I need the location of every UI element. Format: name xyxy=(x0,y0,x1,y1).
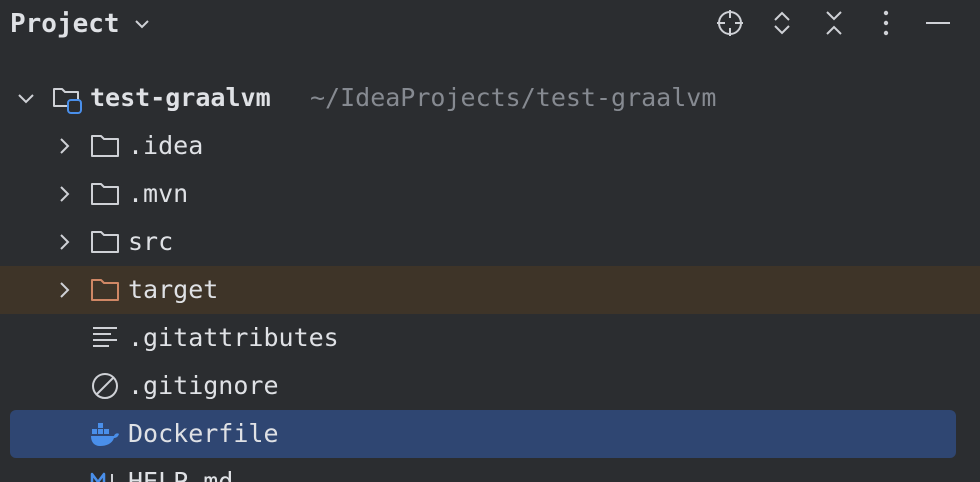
tree-item-label: .gitattributes xyxy=(128,323,339,352)
tree-item-target[interactable]: target xyxy=(0,266,980,314)
tree-item-label: .gitignore xyxy=(128,371,279,400)
expand-all-button[interactable] xyxy=(765,8,799,42)
locate-button[interactable] xyxy=(713,8,747,42)
tree-item-label: Dockerfile xyxy=(128,419,279,448)
chevron-down-icon[interactable] xyxy=(132,14,152,34)
tree-root-label: test-graalvm xyxy=(90,83,271,112)
chevron-right-icon[interactable] xyxy=(54,136,74,156)
project-tree: test-graalvm ~/IdeaProjects/test-graalvm… xyxy=(0,74,980,482)
tree-item-mvn[interactable]: .mvn xyxy=(0,170,980,218)
collapse-all-button[interactable] xyxy=(817,8,851,42)
expand-icon xyxy=(767,8,797,42)
folder-icon xyxy=(90,132,120,160)
ignore-file-icon xyxy=(90,372,120,400)
tree-item-idea[interactable]: .idea xyxy=(0,122,980,170)
tree-item-label: HELP.md xyxy=(128,467,234,482)
tree-item-src[interactable]: src xyxy=(0,218,980,266)
chevron-right-icon[interactable] xyxy=(54,280,74,300)
text-file-icon xyxy=(90,324,120,352)
minimize-icon xyxy=(923,8,953,42)
options-button[interactable] xyxy=(869,8,903,42)
tree-item-help-md[interactable]: HELP.md xyxy=(0,458,980,482)
folder-icon xyxy=(90,180,120,208)
chevron-down-icon[interactable] xyxy=(16,88,36,108)
project-folder-icon xyxy=(52,84,82,114)
hide-button[interactable] xyxy=(921,8,955,42)
tree-item-label: target xyxy=(128,275,219,304)
tree-item-label: src xyxy=(128,227,174,256)
tree-item-gitattributes[interactable]: .gitattributes xyxy=(0,314,980,362)
more-vertical-icon xyxy=(871,8,901,42)
project-tool-window-header: Project xyxy=(0,0,980,50)
markdown-icon xyxy=(90,468,120,482)
panel-title[interactable]: Project xyxy=(10,6,120,42)
chevron-right-icon[interactable] xyxy=(54,232,74,252)
tree-root-path: ~/IdeaProjects/test-graalvm xyxy=(310,83,717,112)
tree-item-gitignore[interactable]: .gitignore xyxy=(0,362,980,410)
excluded-folder-icon xyxy=(90,276,120,304)
folder-icon xyxy=(90,228,120,256)
chevron-right-icon[interactable] xyxy=(54,184,74,204)
tree-item-dockerfile[interactable]: Dockerfile xyxy=(10,410,956,458)
docker-icon xyxy=(90,420,120,448)
crosshair-icon xyxy=(715,8,745,42)
tree-root-row[interactable]: test-graalvm ~/IdeaProjects/test-graalvm xyxy=(0,74,980,122)
tree-item-label: .idea xyxy=(128,131,204,160)
tree-item-label: .mvn xyxy=(128,179,189,208)
collapse-icon xyxy=(819,8,849,42)
